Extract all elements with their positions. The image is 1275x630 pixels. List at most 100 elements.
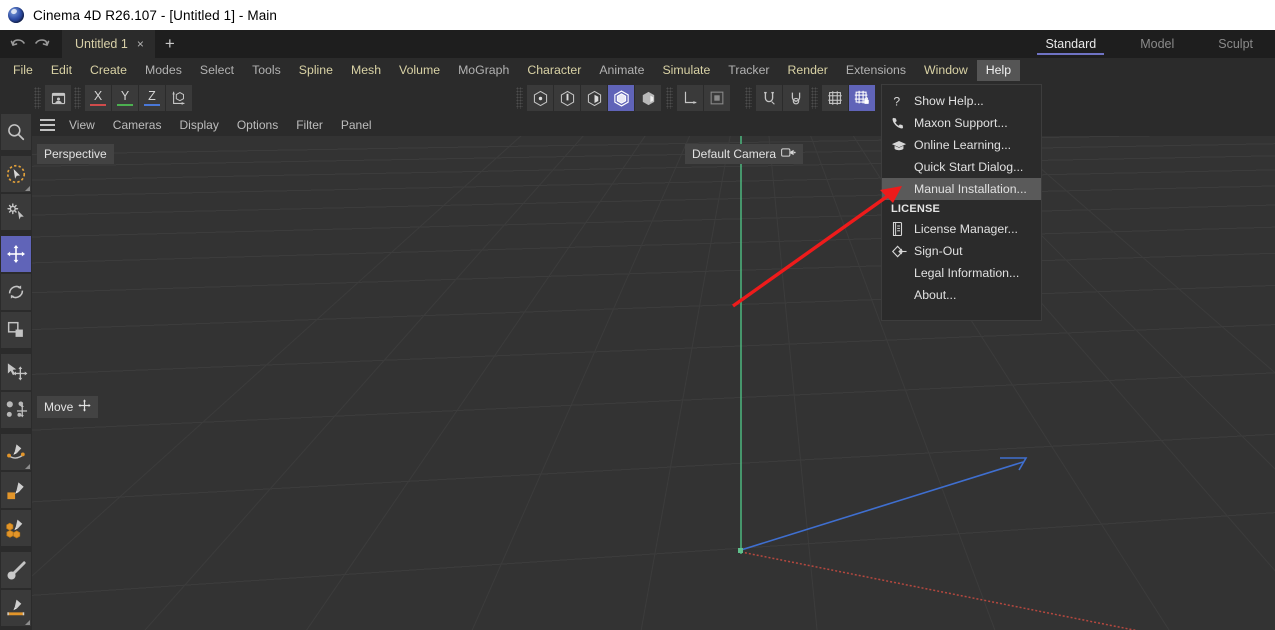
layout-tab-sculpt[interactable]: Sculpt xyxy=(1196,30,1275,58)
viewport-active-tool-text: Move xyxy=(44,400,73,414)
axis-lock-z-label: Z xyxy=(148,90,156,103)
toolbar-group-selection-modes xyxy=(516,85,661,111)
spline-pen-icon[interactable] xyxy=(1,434,31,470)
menu-tracker[interactable]: Tracker xyxy=(719,60,778,81)
close-icon[interactable]: × xyxy=(137,38,144,50)
document-tab-untitled-1[interactable]: Untitled 1 × xyxy=(62,30,155,58)
live-selection-icon[interactable] xyxy=(1,156,31,192)
perspective-viewport[interactable]: View Cameras Display Options Filter Pane… xyxy=(32,114,1275,630)
layout-tab-standard[interactable]: Standard xyxy=(1023,30,1118,58)
tool-group-indicator xyxy=(25,186,30,191)
world-object-axis-icon[interactable] xyxy=(166,85,192,111)
axis-lock-z[interactable]: Z xyxy=(139,85,165,111)
edge-mode-icon[interactable] xyxy=(554,85,580,111)
viewport-camera-label[interactable]: Default Camera xyxy=(685,144,803,164)
menu-modes[interactable]: Modes xyxy=(136,60,191,81)
hamburger-menu-icon[interactable] xyxy=(32,119,60,131)
move-tool-icon[interactable] xyxy=(1,236,31,272)
menu-item-about[interactable]: About... xyxy=(882,284,1041,306)
model-mode-icon[interactable] xyxy=(608,85,634,111)
menu-item-maxon-support[interactable]: Maxon Support... xyxy=(882,112,1041,134)
polygon-mode-icon[interactable] xyxy=(581,85,607,111)
help-dropdown-menu[interactable]: ? Show Help... Maxon Support... Online L… xyxy=(881,84,1042,321)
menu-render[interactable]: Render xyxy=(779,60,837,81)
scale-tool-icon[interactable] xyxy=(1,312,31,348)
texture-mode-icon[interactable] xyxy=(635,85,661,111)
workplane-lock-icon[interactable] xyxy=(849,85,875,111)
svg-text:?: ? xyxy=(893,94,900,108)
move-cross-icon xyxy=(78,399,91,415)
sign-out-diamond-icon xyxy=(891,244,914,259)
rotate-tool-icon[interactable] xyxy=(1,274,31,310)
menu-spline[interactable]: Spline xyxy=(290,60,342,81)
line-cut-icon[interactable] xyxy=(1,590,31,626)
menu-item-quick-start-dialog[interactable]: Quick Start Dialog... xyxy=(882,156,1041,178)
tool-settings-icon[interactable] xyxy=(1,194,31,230)
camera-icon[interactable] xyxy=(781,147,796,161)
viewport-3d-canvas[interactable]: Perspective Default Camera Move xyxy=(32,136,1275,630)
viewport-menu-cameras[interactable]: Cameras xyxy=(104,116,171,134)
redo-arrow-icon[interactable] xyxy=(30,30,54,58)
menu-select[interactable]: Select xyxy=(191,60,243,81)
axis-lock-x[interactable]: X xyxy=(85,85,111,111)
toolbar-grip[interactable] xyxy=(34,87,41,109)
menu-create[interactable]: Create xyxy=(81,60,136,81)
document-tab-strip: Untitled 1 × + Standard Model Sculpt xyxy=(0,30,1275,58)
menu-file[interactable]: File xyxy=(4,60,42,81)
point-mode-icon[interactable] xyxy=(527,85,553,111)
polygon-pen-icon[interactable] xyxy=(1,472,31,508)
viewport-solo-icon[interactable] xyxy=(704,85,730,111)
menu-item-show-help[interactable]: ? Show Help... xyxy=(882,90,1041,112)
content-browser-icon[interactable] xyxy=(45,85,71,111)
snap-enable-icon[interactable] xyxy=(756,85,782,111)
snap-settings-icon[interactable] xyxy=(783,85,809,111)
viewport-menu-view[interactable]: View xyxy=(60,116,104,134)
menu-simulate[interactable]: Simulate xyxy=(653,60,719,81)
viewport-menu-options[interactable]: Options xyxy=(228,116,287,134)
menu-extensions[interactable]: Extensions xyxy=(837,60,915,81)
toolbar-grip[interactable] xyxy=(745,87,752,109)
transform-tool-icon[interactable] xyxy=(1,354,31,390)
toolbar-grip[interactable] xyxy=(811,87,818,109)
menu-item-sign-out[interactable]: Sign-Out xyxy=(882,240,1041,262)
menu-item-license-manager[interactable]: License Manager... xyxy=(882,218,1041,240)
axis-lock-y-label: Y xyxy=(121,90,129,103)
layout-tab-model[interactable]: Model xyxy=(1118,30,1196,58)
menu-mograph[interactable]: MoGraph xyxy=(449,60,518,81)
axis-lock-y[interactable]: Y xyxy=(112,85,138,111)
viewport-menu-panel[interactable]: Panel xyxy=(332,116,381,134)
paint-brush-icon[interactable] xyxy=(1,552,31,588)
menu-item-label: About... xyxy=(914,288,956,302)
menu-help[interactable]: Help xyxy=(977,60,1020,81)
viewport-menu-filter[interactable]: Filter xyxy=(287,116,332,134)
viewport-menu-display[interactable]: Display xyxy=(170,116,227,134)
menu-item-online-learning[interactable]: Online Learning... xyxy=(882,134,1041,156)
menu-character[interactable]: Character xyxy=(518,60,590,81)
tool-group-indicator xyxy=(25,620,30,625)
menu-window[interactable]: Window xyxy=(915,60,977,81)
axis-lock-x-color xyxy=(90,104,106,106)
menu-edit[interactable]: Edit xyxy=(42,60,81,81)
toolbar-grip[interactable] xyxy=(516,87,523,109)
menu-item-manual-installation[interactable]: Manual Installation... xyxy=(882,178,1041,200)
menu-item-label: Sign-Out xyxy=(914,244,963,258)
enable-axis-icon[interactable] xyxy=(677,85,703,111)
toolbar-grip[interactable] xyxy=(74,87,81,109)
menu-mesh[interactable]: Mesh xyxy=(342,60,390,81)
axis-lock-z-color xyxy=(144,104,160,106)
undo-arrow-icon[interactable] xyxy=(6,30,30,58)
sculpt-brush-group-icon[interactable] xyxy=(1,510,31,546)
menu-tools[interactable]: Tools xyxy=(243,60,290,81)
menu-item-legal-information[interactable]: Legal Information... xyxy=(882,262,1041,284)
menu-volume[interactable]: Volume xyxy=(390,60,449,81)
menu-item-label: Online Learning... xyxy=(914,138,1011,152)
toolbar-group-axis-locks: X Y Z xyxy=(74,85,192,111)
workplane-icon[interactable] xyxy=(822,85,848,111)
add-document-button[interactable]: + xyxy=(155,30,185,58)
search-icon[interactable] xyxy=(1,114,31,150)
main-menu-bar: File Edit Create Modes Select Tools Spli… xyxy=(0,58,1275,82)
viewport-perspective-label[interactable]: Perspective xyxy=(37,144,114,164)
dynamic-place-icon[interactable] xyxy=(1,392,31,428)
menu-animate[interactable]: Animate xyxy=(590,60,653,81)
toolbar-grip[interactable] xyxy=(666,87,673,109)
